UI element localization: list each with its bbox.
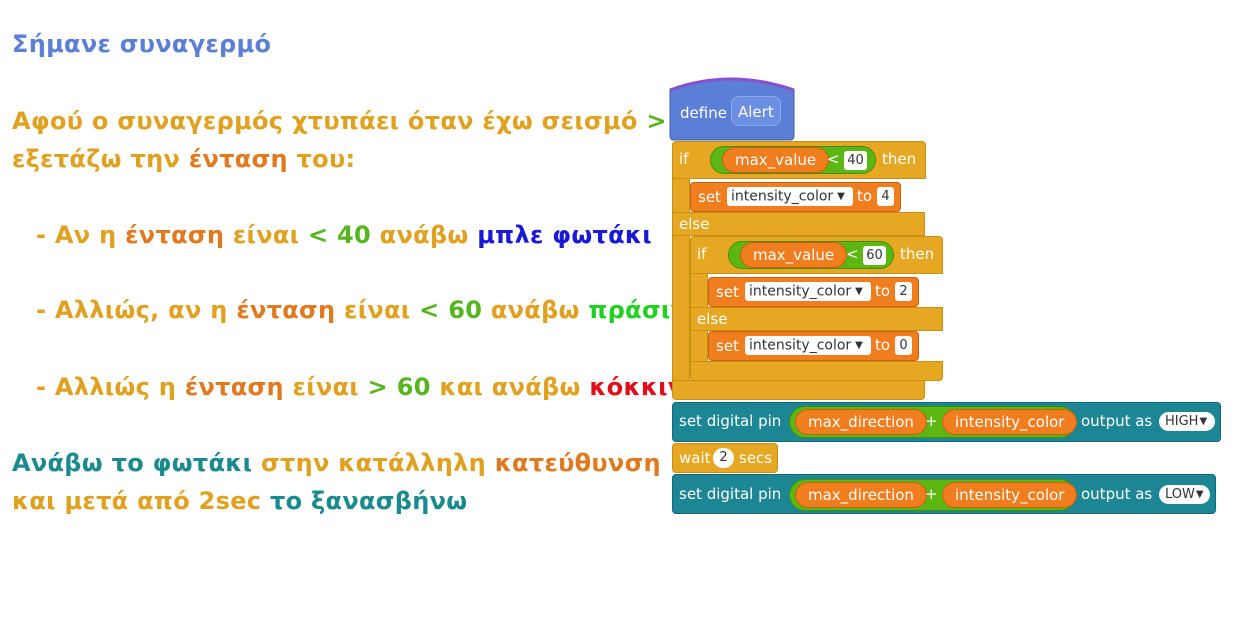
ending-text: το ξανασβήνω bbox=[261, 487, 468, 515]
then-label: then bbox=[882, 150, 917, 168]
bullet-3: - Αλλιώς η ένταση είναι > 60 και ανάβω κ… bbox=[36, 373, 701, 401]
intensity-word: ένταση bbox=[188, 145, 288, 173]
bullet-text: και ανάβω bbox=[430, 373, 590, 401]
else-label: else bbox=[679, 215, 710, 233]
variable-dropdown[interactable]: intensity_color ▼ bbox=[745, 282, 871, 301]
value-input-0[interactable]: 0 bbox=[895, 336, 912, 355]
wait-label: wait bbox=[679, 449, 711, 467]
chevron-down-icon: ▼ bbox=[855, 286, 863, 297]
intensity-color-reporter[interactable]: intensity_color bbox=[942, 482, 1078, 508]
max-value-reporter[interactable]: max_value bbox=[722, 147, 830, 173]
inner-else-arm bbox=[690, 330, 708, 364]
max-direction-reporter[interactable]: max_direction bbox=[795, 482, 927, 508]
else-label: else bbox=[697, 310, 728, 328]
output-level-dropdown[interactable]: LOW▼ bbox=[1159, 485, 1210, 504]
chevron-down-icon: ▼ bbox=[837, 191, 845, 202]
chevron-down-icon: ▼ bbox=[1195, 489, 1204, 500]
lt-symbol: < bbox=[827, 150, 840, 168]
number-input-40[interactable]: 40 bbox=[844, 151, 867, 170]
else-arm bbox=[672, 235, 690, 385]
plus-symbol: + bbox=[925, 412, 938, 430]
variable-dropdown[interactable]: intensity_color ▼ bbox=[727, 187, 853, 206]
set-label: set bbox=[716, 283, 739, 301]
intensity-color-reporter[interactable]: intensity_color bbox=[942, 409, 1078, 435]
output-level: HIGH bbox=[1165, 414, 1199, 429]
intensity-word: ένταση bbox=[236, 296, 336, 324]
set-digital-pin-label: set digital pin bbox=[679, 412, 782, 430]
custom-block-name[interactable]: Alert bbox=[731, 96, 781, 126]
output-level-dropdown[interactable]: HIGH▼ bbox=[1159, 412, 1215, 431]
max-value-reporter[interactable]: max_value bbox=[740, 242, 848, 268]
intro-line-1: Αφού ο συναγερμός χτυπάει όταν έχω σεισμ… bbox=[12, 107, 709, 135]
plus-symbol: + bbox=[925, 485, 938, 503]
value-input-4[interactable]: 4 bbox=[877, 187, 894, 206]
intro-text: εξετάζω την bbox=[12, 145, 189, 173]
condition: < 60 bbox=[419, 296, 483, 324]
condition: > 60 bbox=[367, 373, 431, 401]
variable-name: intensity_color bbox=[749, 283, 852, 300]
intensity-word: ένταση bbox=[125, 221, 225, 249]
inner-if-bottom bbox=[690, 361, 943, 381]
else-bar bbox=[672, 212, 925, 236]
chevron-down-icon: ▼ bbox=[855, 340, 863, 351]
bullet-1: - Αν η ένταση είναι < 40 ανάβω μπλε φωτά… bbox=[36, 221, 652, 249]
output-as-label: output as bbox=[1081, 485, 1153, 503]
bullet-text: ανάβω bbox=[482, 296, 589, 324]
custom-block-label: Alert bbox=[738, 103, 774, 121]
to-label: to bbox=[875, 336, 891, 354]
set-label: set bbox=[698, 188, 721, 206]
intro-text: του: bbox=[287, 145, 356, 173]
intro-text: Αφού ο συναγερμός χτυπάει όταν έχω σεισμ… bbox=[12, 107, 638, 135]
to-label: to bbox=[857, 187, 873, 205]
page-title: Σήμανε συναγερμό bbox=[12, 30, 272, 58]
bullet-text: ανάβω bbox=[371, 221, 478, 249]
bullet-2: - Αλλιώς, αν η ένταση είναι < 60 ανάβω π… bbox=[36, 296, 704, 324]
condition: < 40 bbox=[307, 221, 372, 249]
ending-text: στην κατάλληλη bbox=[252, 449, 495, 477]
if-label: if bbox=[697, 245, 707, 263]
max-direction-reporter[interactable]: max_direction bbox=[795, 409, 927, 435]
define-label: define bbox=[680, 104, 727, 122]
variable-name: intensity_color bbox=[731, 188, 834, 205]
bullet-text: - Αλλιώς η bbox=[36, 373, 185, 401]
to-label: to bbox=[875, 282, 891, 300]
ending-text: και μετά από 2sec bbox=[12, 487, 262, 515]
number-input-60[interactable]: 60 bbox=[863, 246, 886, 265]
intro-line-2: εξετάζω την ένταση του: bbox=[12, 145, 355, 173]
set-digital-pin-label: set digital pin bbox=[679, 485, 782, 503]
direction-word: κατεύθυνση bbox=[494, 449, 661, 477]
inner-else-bar bbox=[690, 307, 943, 331]
secs-label: secs bbox=[739, 449, 773, 467]
if-label: if bbox=[679, 150, 689, 168]
value-input-2[interactable]: 2 bbox=[895, 282, 912, 301]
bullet-text: είναι bbox=[224, 221, 308, 249]
if-block-bottom bbox=[672, 380, 925, 400]
intensity-word: ένταση bbox=[184, 373, 284, 401]
output-level: LOW bbox=[1165, 487, 1195, 502]
wait-seconds-input[interactable]: 2 bbox=[713, 448, 734, 468]
ending-line-1: Ανάβω το φωτάκι στην κατάλληλη κατεύθυνσ… bbox=[12, 449, 661, 477]
ending-text: Ανάβω το φωτάκι bbox=[12, 449, 253, 477]
variable-dropdown[interactable]: intensity_color ▼ bbox=[745, 336, 871, 355]
bullet-text: είναι bbox=[335, 296, 420, 324]
bullet-text: - Αλλιώς, αν η bbox=[36, 296, 237, 324]
color-blue: μπλε φωτάκι bbox=[477, 221, 652, 249]
variable-name: intensity_color bbox=[749, 337, 852, 354]
output-as-label: output as bbox=[1081, 412, 1153, 430]
then-label: then bbox=[900, 245, 935, 263]
lt-symbol: < bbox=[846, 245, 859, 263]
chevron-down-icon: ▼ bbox=[1199, 416, 1208, 427]
set-label: set bbox=[716, 337, 739, 355]
bullet-text: είναι bbox=[283, 373, 368, 401]
ending-line-2: και μετά από 2sec το ξανασβήνω bbox=[12, 487, 467, 515]
bullet-text: - Αν η bbox=[36, 221, 126, 249]
